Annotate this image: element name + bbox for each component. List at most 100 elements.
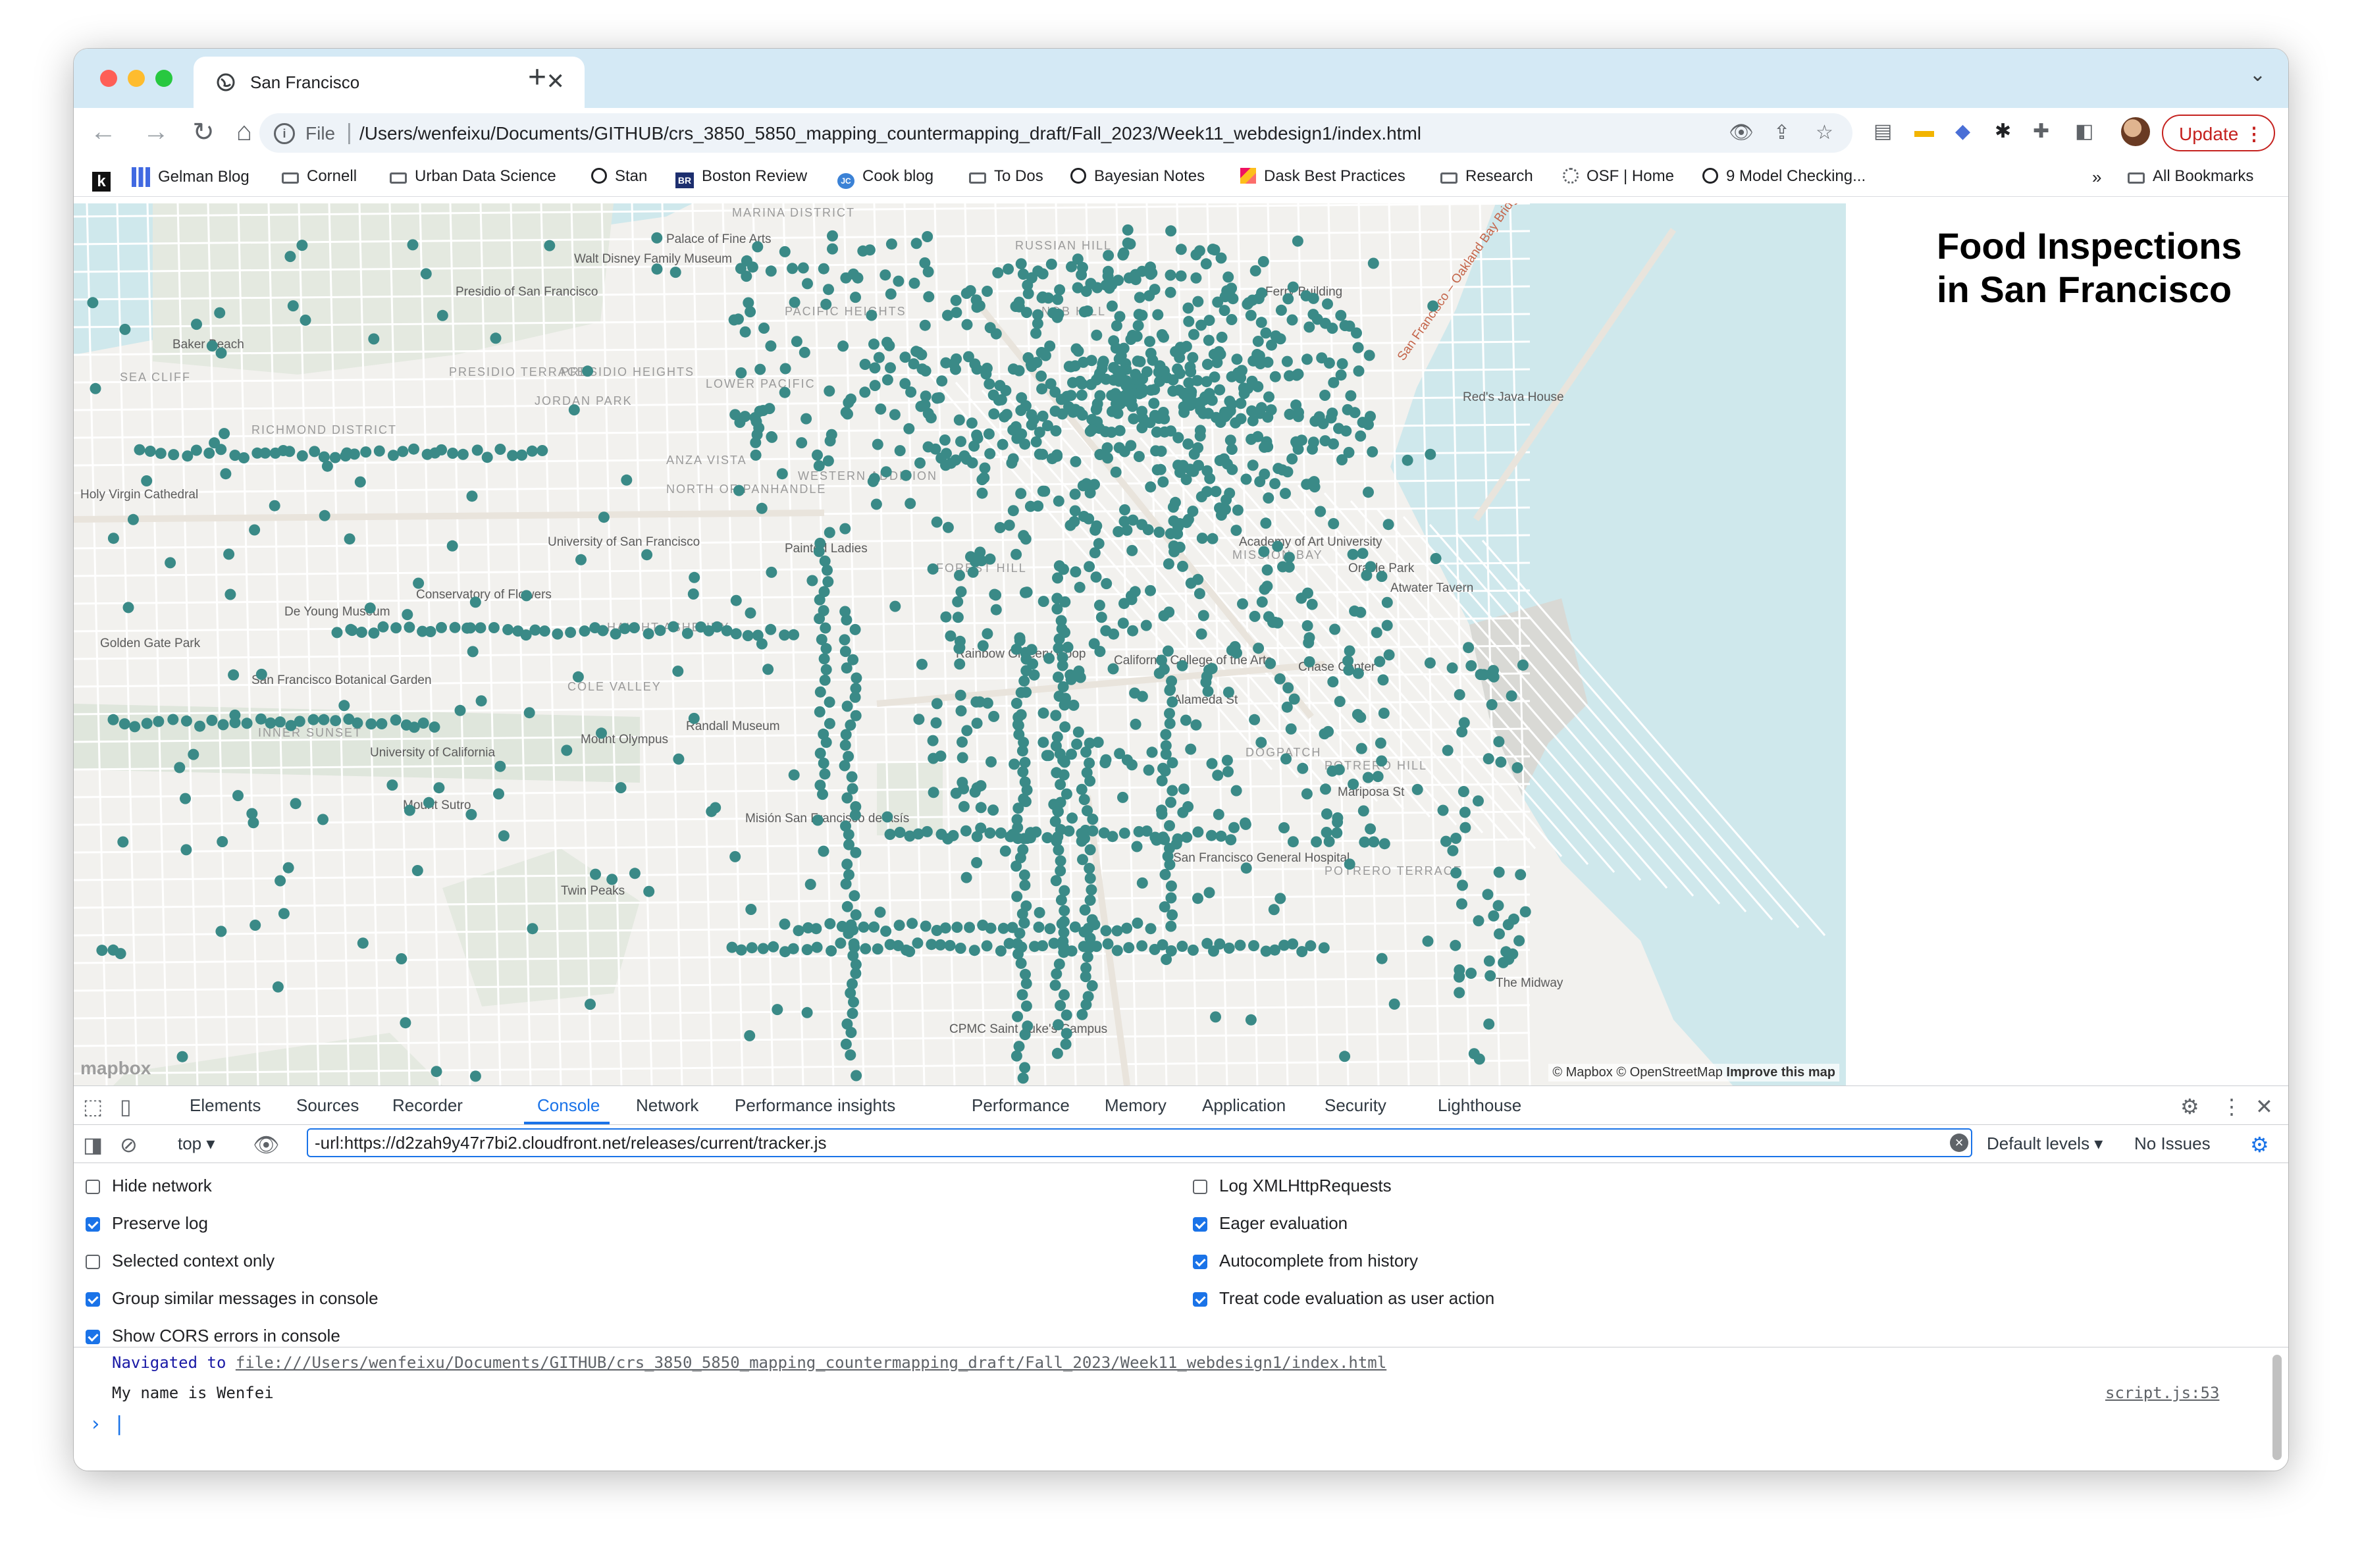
- inspection-marker[interactable]: [1078, 926, 1090, 938]
- inspection-marker[interactable]: [1424, 657, 1436, 669]
- inspection-marker[interactable]: [544, 240, 556, 251]
- inspection-marker[interactable]: [1247, 459, 1259, 471]
- inspection-marker[interactable]: [849, 890, 860, 902]
- inspection-marker[interactable]: [1376, 953, 1388, 964]
- inspection-marker[interactable]: [1114, 748, 1126, 760]
- inspection-marker[interactable]: [127, 513, 139, 525]
- improve-map-link[interactable]: Improve this map: [1726, 1065, 1835, 1080]
- inspection-marker[interactable]: [939, 434, 951, 446]
- inspection-marker[interactable]: [1015, 687, 1027, 698]
- inspection-marker[interactable]: [974, 696, 985, 708]
- inspection-marker[interactable]: [875, 403, 887, 415]
- inspection-marker[interactable]: [1003, 937, 1015, 949]
- inspection-marker[interactable]: [1344, 645, 1355, 657]
- inspection-marker[interactable]: [1013, 1041, 1025, 1053]
- option-treat-code-evaluation[interactable]: Treat code evaluation as user action: [1193, 1288, 1494, 1309]
- inspection-marker[interactable]: [1006, 457, 1018, 469]
- inspection-marker[interactable]: [1188, 448, 1200, 460]
- inspection-marker[interactable]: [1010, 643, 1022, 655]
- inspection-marker[interactable]: [823, 284, 834, 296]
- inspection-marker[interactable]: [928, 752, 939, 764]
- inspection-marker[interactable]: [841, 614, 853, 626]
- inspection-marker[interactable]: [1252, 336, 1264, 347]
- inspection-marker[interactable]: [203, 447, 215, 459]
- inspection-marker[interactable]: [762, 664, 774, 675]
- inspection-marker[interactable]: [1442, 745, 1454, 756]
- inspection-marker[interactable]: [1274, 673, 1286, 685]
- inspection-marker[interactable]: [1306, 477, 1318, 489]
- inspection-marker[interactable]: [971, 363, 983, 375]
- inspection-marker[interactable]: [765, 623, 777, 635]
- inspection-marker[interactable]: [272, 981, 284, 993]
- inspection-marker[interactable]: [1200, 258, 1212, 270]
- inspection-marker[interactable]: [1363, 486, 1374, 498]
- inspection-marker[interactable]: [984, 448, 996, 459]
- inspection-marker[interactable]: [1161, 954, 1172, 965]
- inspection-marker[interactable]: [1037, 737, 1049, 748]
- inspection-marker[interactable]: [1475, 669, 1486, 681]
- inspection-marker[interactable]: [1212, 770, 1224, 781]
- inspection-marker[interactable]: [881, 336, 893, 348]
- inspection-marker[interactable]: [756, 638, 768, 650]
- info-icon[interactable]: i: [274, 123, 295, 144]
- extension-blue-icon[interactable]: ◆: [1955, 120, 1970, 143]
- inspection-marker[interactable]: [1010, 421, 1022, 432]
- inspection-marker[interactable]: [1009, 758, 1020, 770]
- extension-asterisk-icon[interactable]: ✱: [1995, 120, 2011, 143]
- new-tab-button[interactable]: +: [528, 59, 546, 95]
- inspection-marker[interactable]: [214, 307, 226, 319]
- inspection-marker[interactable]: [1355, 430, 1367, 442]
- inspection-marker[interactable]: [1084, 862, 1095, 874]
- inspection-marker[interactable]: [1450, 833, 1462, 844]
- inspection-marker[interactable]: [1447, 845, 1459, 856]
- inspection-marker[interactable]: [1303, 632, 1315, 644]
- inspection-marker[interactable]: [180, 793, 191, 804]
- inspection-marker[interactable]: [960, 872, 972, 883]
- inspection-marker[interactable]: [654, 625, 666, 637]
- inspection-marker[interactable]: [742, 630, 754, 642]
- inspection-marker[interactable]: [465, 622, 476, 634]
- inspection-marker[interactable]: [1168, 540, 1180, 552]
- option-group-similar[interactable]: Group similar messages in console: [86, 1288, 379, 1309]
- bookmark-gelman-blog[interactable]: Gelman Blog: [132, 167, 249, 187]
- inspection-marker[interactable]: [527, 923, 538, 935]
- inspection-marker[interactable]: [1131, 330, 1143, 342]
- inspection-marker[interactable]: [1263, 492, 1274, 504]
- inspection-marker[interactable]: [921, 825, 933, 837]
- bookmark-boston-review[interactable]: BR Boston Review: [675, 167, 807, 188]
- inspection-marker[interactable]: [194, 720, 205, 732]
- tab-sources[interactable]: Sources: [296, 1095, 359, 1116]
- inspection-marker[interactable]: [1072, 282, 1084, 294]
- inspection-marker[interactable]: [248, 817, 259, 829]
- inspection-marker[interactable]: [1079, 904, 1091, 916]
- inspection-marker[interactable]: [1222, 271, 1234, 283]
- inspection-marker[interactable]: [1326, 765, 1338, 777]
- inspection-marker[interactable]: [1230, 417, 1242, 429]
- inspection-marker[interactable]: [1224, 487, 1236, 499]
- inspection-marker[interactable]: [843, 397, 854, 409]
- inspection-marker[interactable]: [344, 533, 355, 545]
- option-show-cors-errors[interactable]: Show CORS errors in console: [86, 1326, 340, 1346]
- inspection-marker[interactable]: [1465, 968, 1477, 979]
- inspection-marker[interactable]: [1156, 808, 1168, 820]
- gear-icon[interactable]: ⚙: [2180, 1094, 2199, 1119]
- inspection-marker[interactable]: [1111, 925, 1123, 937]
- inspection-marker[interactable]: [1210, 1011, 1221, 1023]
- inspection-marker[interactable]: [1106, 390, 1118, 402]
- inspection-marker[interactable]: [1117, 617, 1129, 629]
- inspection-marker[interactable]: [1107, 663, 1119, 675]
- inspection-marker[interactable]: [1039, 485, 1051, 497]
- inspection-marker[interactable]: [756, 502, 768, 514]
- inspection-marker[interactable]: [927, 563, 939, 575]
- inspection-marker[interactable]: [1255, 402, 1267, 413]
- inspection-marker[interactable]: [1352, 342, 1364, 353]
- inspection-marker[interactable]: [119, 323, 131, 335]
- inspection-marker[interactable]: [466, 490, 478, 502]
- inspection-marker[interactable]: [750, 436, 762, 448]
- inspection-marker[interactable]: [955, 689, 966, 701]
- inspection-marker[interactable]: [411, 865, 423, 876]
- inspection-marker[interactable]: [953, 414, 965, 426]
- inspection-marker[interactable]: [1106, 405, 1118, 417]
- inspection-marker[interactable]: [373, 445, 385, 457]
- inspection-marker[interactable]: [1367, 446, 1378, 457]
